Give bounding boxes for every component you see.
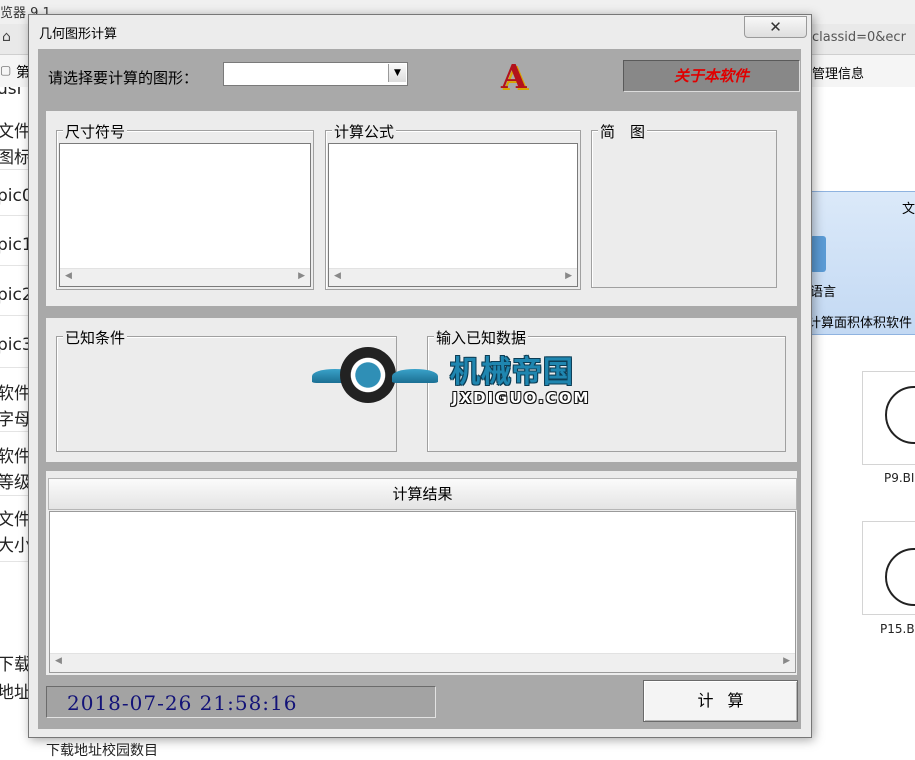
dialog-client-area: 请选择要计算的图形： ▼ A 关于本软件 尺寸符号 ◀ ▶ 计算公式 ◀ ▶ 简… (38, 49, 801, 729)
watermark-name: 机械帝国 (450, 355, 574, 390)
left-text-8: 字母 (0, 410, 28, 430)
known-conditions-title: 已知条件 (63, 327, 128, 348)
dialog-title: 几何图形计算 (39, 27, 118, 42)
left-text-1: 文件 (0, 122, 28, 142)
close-icon: ✕ (769, 18, 782, 36)
horizontal-scrollbar[interactable]: ◀ ▶ (50, 653, 795, 672)
formula-title: 计算公式 (332, 121, 397, 142)
watermark-site: JXDIGUO.COM (452, 389, 591, 407)
horizontal-scrollbar[interactable]: ◀ ▶ (60, 268, 310, 286)
info-section: 尺寸符号 ◀ ▶ 计算公式 ◀ ▶ 简 图 (46, 111, 797, 306)
close-button[interactable]: ✕ (744, 16, 807, 38)
left-text-7: 软件 (0, 384, 28, 404)
left-text-3: pic0 (0, 186, 28, 206)
chevron-down-icon[interactable]: ▼ (388, 64, 406, 82)
address-url-text: classid=0&ecr (812, 30, 906, 45)
formula-list[interactable]: ◀ ▶ (328, 143, 578, 287)
scroll-right-icon[interactable]: ▶ (298, 271, 305, 281)
horizontal-scrollbar[interactable]: ◀ ▶ (329, 268, 577, 286)
diagram-title: 简 图 (598, 121, 648, 142)
geometry-calc-dialog: 几何图形计算 ✕ 请选择要计算的图形： ▼ A 关于本软件 尺寸符号 ◀ ▶ 计… (28, 14, 812, 738)
thumbnail-label-p15[interactable]: P15.B (880, 622, 915, 636)
panel-header-text: 文 (901, 202, 915, 217)
result-textbox[interactable]: ◀ ▶ (49, 511, 796, 673)
left-text-4: pic1 (0, 235, 28, 255)
software-name-text: 计算面积体积软件 (810, 316, 913, 331)
input-section: 已知条件 输入已知数据 机械帝国 JXDIGUO.COM (46, 318, 797, 462)
left-text-6: pic3 (0, 335, 28, 355)
gear-logo-icon (340, 347, 396, 403)
scroll-left-icon[interactable]: ◀ (55, 656, 62, 666)
watermark: 机械帝国 JXDIGUO.COM (312, 347, 612, 409)
scroll-left-icon[interactable]: ◀ (65, 271, 72, 281)
app-logo-icon: A (501, 57, 527, 96)
language-text: 语言 (810, 285, 837, 300)
about-software-button[interactable]: 关于本软件 (623, 60, 800, 92)
background-left-column: usi 文件 图标 pic0 pic1 pic2 pic3 软件 字母 软件 等… (0, 87, 28, 756)
shape-select-label: 请选择要计算的图形： (48, 69, 199, 87)
left-text-0: usi (0, 87, 22, 99)
result-section: 计算结果 ◀ ▶ (46, 471, 797, 675)
thumbnail-label-p9[interactable]: P9.BI (884, 471, 914, 485)
scroll-left-icon[interactable]: ◀ (334, 271, 341, 281)
thumbnail-p15[interactable] (862, 521, 915, 615)
left-text-12: 大小 (0, 536, 28, 556)
sphere-drawing-icon (885, 386, 915, 444)
page-icon: ▢ (0, 63, 12, 77)
formula-group: 计算公式 ◀ ▶ (325, 121, 581, 290)
language-icon (810, 236, 826, 272)
dimension-symbols-list[interactable]: ◀ ▶ (59, 143, 311, 287)
scroll-right-icon[interactable]: ▶ (783, 656, 790, 666)
diagram-group: 简 图 (591, 121, 777, 288)
left-text-14: 地址 (0, 683, 28, 703)
up-arrow-icon[interactable]: ⌂ (2, 29, 11, 45)
dimension-symbols-title: 尺寸符号 (63, 121, 128, 142)
left-text-9: 软件 (0, 447, 28, 467)
right-wing-icon (392, 369, 438, 383)
result-header: 计算结果 (48, 478, 797, 510)
left-text-10: 等级 (0, 473, 28, 493)
input-known-data-title: 输入已知数据 (434, 327, 529, 348)
calculate-button[interactable]: 计算 (643, 680, 798, 722)
software-info-panel: 文 语言 计算面积体积软件 (810, 191, 915, 335)
scroll-right-icon[interactable]: ▶ (565, 271, 572, 281)
sphere-drawing-icon (885, 548, 915, 606)
shape-select[interactable]: ▼ (223, 62, 408, 86)
left-text-2: 图标 (0, 148, 28, 168)
management-info-link[interactable]: 管理信息 (812, 63, 864, 82)
background-right-column: 文 语言 计算面积体积软件 P9.BI P15.B (810, 87, 915, 756)
left-text-11: 文件 (0, 510, 28, 530)
left-text-13: 下载 (0, 655, 28, 675)
left-text-5: pic2 (0, 285, 28, 305)
thumbnail-p9[interactable] (862, 371, 915, 465)
dimension-symbols-group: 尺寸符号 ◀ ▶ (56, 121, 314, 290)
datetime-display: 2018-07-26 21:58:16 (46, 686, 436, 718)
background-bottom-text: 下载地址校园数目 (46, 743, 158, 759)
